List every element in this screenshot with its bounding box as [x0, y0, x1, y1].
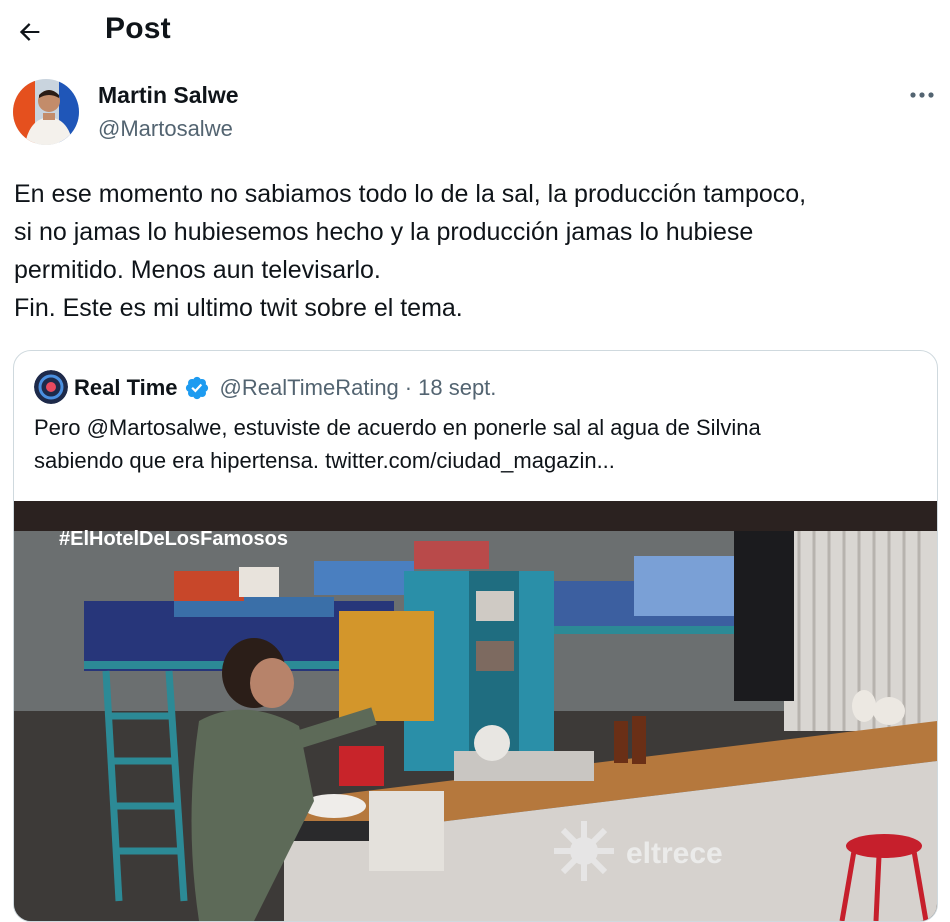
hashtag-overlay: #ElHotelDeLosFamosos [59, 528, 288, 550]
verified-badge-icon [184, 375, 210, 401]
more-button[interactable] [902, 80, 942, 110]
quoted-text-line: sabiendo que era hipertensa. twitter.com… [34, 448, 615, 473]
author-avatar[interactable] [13, 79, 79, 145]
post-text-line: Fin. Este es mi ultimo twit sobre el tem… [14, 294, 463, 322]
channel-logo-icon [554, 821, 614, 881]
author-name[interactable]: Martin Salwe [98, 82, 239, 109]
quoted-text-line: Pero @Martosalwe, estuviste de acuerdo e… [34, 415, 761, 440]
post-text: En ese momento no sabiamos todo lo de la… [14, 175, 939, 327]
separator-dot: · [404, 375, 413, 400]
post-text-line: si no jamas lo hubiesemos hecho y la pro… [14, 218, 754, 246]
channel-watermark: eltrece [626, 837, 723, 870]
quoted-media-image[interactable]: #ElHotelDeLosFamosos eltrece [14, 501, 937, 921]
post-text-line: En ese momento no sabiamos todo lo de la… [14, 180, 807, 208]
top-bar: Post [0, 0, 950, 62]
quoted-author-handle[interactable]: @RealTimeRating [220, 375, 399, 401]
more-horizontal-icon [910, 92, 934, 98]
quoted-date[interactable]: 18 sept. [418, 375, 496, 401]
author-handle[interactable]: @Martosalwe [98, 116, 233, 142]
post-text-line: permitido. Menos aun televisarlo. [14, 256, 381, 284]
back-button[interactable] [12, 14, 48, 50]
quoted-author-name[interactable]: Real Time [74, 375, 178, 401]
quoted-text: Pero @Martosalwe, estuviste de acuerdo e… [34, 411, 924, 477]
quoted-header: Real Time @RealTimeRating · 18 sept. [74, 371, 496, 405]
page-title: Post [105, 12, 171, 45]
quoted-avatar[interactable] [34, 370, 68, 404]
arrow-left-icon [19, 23, 40, 41]
quoted-post-card[interactable]: Real Time @RealTimeRating · 18 sept. Per… [13, 350, 938, 922]
